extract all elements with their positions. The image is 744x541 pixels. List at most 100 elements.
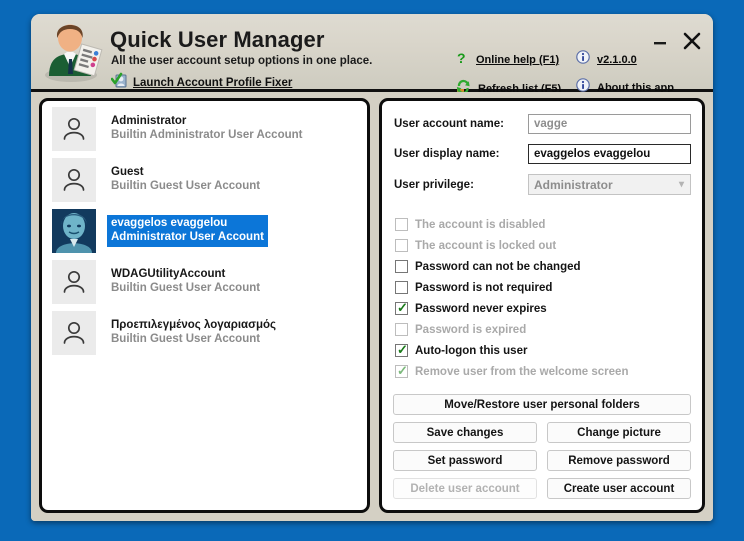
account-details-panel: User account name: vagge User display na… [379, 98, 705, 513]
account-form: User account name: vagge User display na… [382, 101, 702, 195]
account-name-row: User account name: vagge [394, 114, 691, 134]
user-list-item[interactable]: Προεπιλεγμένος λογαριασμός Builtin Guest … [46, 309, 363, 357]
user-placeholder-avatar [52, 107, 96, 151]
user-item-texts: evaggelos evaggelou Administrator User Ac… [107, 215, 268, 247]
checkbox-box[interactable]: ✓ [395, 300, 408, 315]
user-list-panel: Administrator Builtin Administrator User … [39, 98, 370, 513]
user-item-texts: WDAGUtilityAccount Builtin Guest User Acc… [107, 266, 264, 297]
action-button: Delete user account [393, 478, 537, 499]
button-row: Move/Restore user personal folders [393, 394, 691, 415]
checkmark-icon: ✓ [397, 342, 408, 357]
user-item-description: Builtin Guest User Account [111, 282, 261, 294]
checkbox-row[interactable]: Password is not required [395, 277, 691, 298]
action-button[interactable]: Save changes [393, 422, 537, 443]
action-button[interactable]: Create user account [547, 478, 691, 499]
checkbox-label: Password never expires [415, 302, 547, 315]
profile-fixer-label: Launch Account Profile Fixer [133, 76, 293, 89]
action-button[interactable]: Change picture [547, 422, 691, 443]
user-list-item[interactable]: WDAGUtilityAccount Builtin Guest User Acc… [46, 258, 363, 306]
user-item-name: Guest [111, 166, 144, 179]
checkbox-box [395, 239, 408, 252]
checkbox-row: Password is expired [395, 319, 691, 340]
checkbox-box[interactable] [395, 260, 408, 273]
application-window: Quick User Manager All the user account … [31, 14, 713, 521]
user-item-description: Builtin Guest User Account [111, 180, 261, 192]
header-links-column-right: v2.1.0.0 About this app [576, 50, 674, 97]
privilege-label: User privilege: [394, 178, 474, 191]
account-flags: The account is disabled The account is lo… [382, 205, 702, 382]
checkbox-label: Password can not be changed [415, 260, 581, 273]
button-row: Delete user account Create user account [393, 478, 691, 499]
window-body: Administrator Builtin Administrator User … [31, 92, 713, 521]
checkbox-label: Auto-logon this user [415, 344, 528, 357]
checkbox-row[interactable]: Password can not be changed [395, 256, 691, 277]
privilege-select[interactable]: Administrator ▾ [528, 174, 691, 195]
version-link[interactable]: v2.1.0.0 [576, 50, 674, 69]
user-item-description: Administrator User Account [111, 231, 264, 243]
user-item-description: Builtin Guest User Account [111, 333, 261, 345]
app-logo-icon [39, 18, 105, 84]
user-list-item[interactable]: Guest Builtin Guest User Account [46, 156, 363, 204]
user-item-texts: Guest Builtin Guest User Account [107, 164, 264, 195]
app-subtitle: All the user account setup options in on… [111, 55, 373, 67]
account-name-label: User account name: [394, 118, 504, 130]
checkbox-label: The account is disabled [415, 218, 546, 231]
privilege-row: User privilege: Administrator ▾ [394, 174, 691, 195]
button-row: Save changes Change picture [393, 422, 691, 443]
user-placeholder-avatar [52, 311, 96, 355]
chevron-down-icon: ▾ [678, 179, 684, 190]
svg-text:?: ? [457, 50, 466, 65]
profile-fixer-icon [110, 72, 127, 93]
checkbox-row: ✓ Remove user from the welcome screen [395, 361, 691, 382]
header-links-column-left: ? Online help (F1) Refresh list (F5) [456, 50, 561, 98]
checkbox-row: The account is disabled [395, 214, 691, 235]
user-item-description: Builtin Administrator User Account [111, 129, 303, 141]
user-item-texts: Administrator Builtin Administrator User … [107, 113, 306, 144]
display-name-label: User display name: [394, 148, 500, 160]
user-item-name: WDAGUtilityAccount [111, 268, 226, 281]
display-name-row: User display name: evaggelos evaggelou [394, 144, 691, 164]
user-item-name: Administrator [111, 115, 187, 128]
version-label: v2.1.0.0 [597, 53, 637, 66]
checkbox-box[interactable] [395, 281, 408, 294]
display-name-input[interactable]: evaggelos evaggelou [528, 144, 691, 164]
online-help-label: Online help (F1) [476, 54, 560, 66]
checkbox-box [395, 218, 408, 231]
action-button[interactable]: Set password [393, 450, 537, 471]
user-item-texts: Προεπιλεγμένος λογαριασμός Builtin Guest … [107, 317, 280, 348]
close-button[interactable] [681, 30, 703, 52]
user-item-name: Προεπιλεγμένος λογαριασμός [111, 319, 277, 332]
user-photo-avatar [52, 209, 96, 253]
account-name-input[interactable]: vagge [528, 114, 691, 134]
checkbox-label: The account is locked out [415, 239, 557, 252]
user-placeholder-avatar [52, 158, 96, 202]
app-title: Quick User Manager [110, 27, 325, 52]
online-help-link[interactable]: ? Online help (F1) [456, 50, 561, 70]
action-button[interactable]: Move/Restore user personal folders [393, 394, 691, 415]
launch-account-profile-fixer-link[interactable]: Launch Account Profile Fixer [110, 72, 293, 93]
checkbox-box: ✓ [395, 363, 408, 378]
checkbox-row[interactable]: ✓ Password never expires [395, 298, 691, 319]
checkbox-box [395, 323, 408, 336]
checkmark-icon: ✓ [397, 363, 408, 378]
checkbox-row[interactable]: ✓ Auto-logon this user [395, 340, 691, 361]
user-list-item[interactable]: Administrator Builtin Administrator User … [46, 105, 363, 153]
checkbox-label: Password is expired [415, 323, 527, 336]
action-button[interactable]: Remove password [547, 450, 691, 471]
user-placeholder-avatar [52, 260, 96, 304]
checkbox-row: The account is locked out [395, 235, 691, 256]
desktop-background: Quick User Manager All the user account … [0, 0, 744, 541]
minimize-button[interactable] [651, 32, 669, 50]
privilege-selected-value: Administrator [534, 177, 613, 192]
user-item-name: evaggelos evaggelou [111, 217, 228, 230]
window-header: Quick User Manager All the user account … [31, 14, 713, 95]
action-buttons: Move/Restore user personal folders Save c… [393, 394, 691, 499]
info-icon [576, 50, 590, 69]
user-list: Administrator Builtin Administrator User … [42, 101, 367, 357]
user-list-item[interactable]: evaggelos evaggelou Administrator User Ac… [46, 207, 363, 255]
question-mark-icon: ? [456, 50, 469, 70]
checkbox-label: Password is not required [415, 281, 553, 294]
checkmark-icon: ✓ [397, 300, 408, 315]
checkbox-label: Remove user from the welcome screen [415, 365, 629, 378]
checkbox-box[interactable]: ✓ [395, 342, 408, 357]
